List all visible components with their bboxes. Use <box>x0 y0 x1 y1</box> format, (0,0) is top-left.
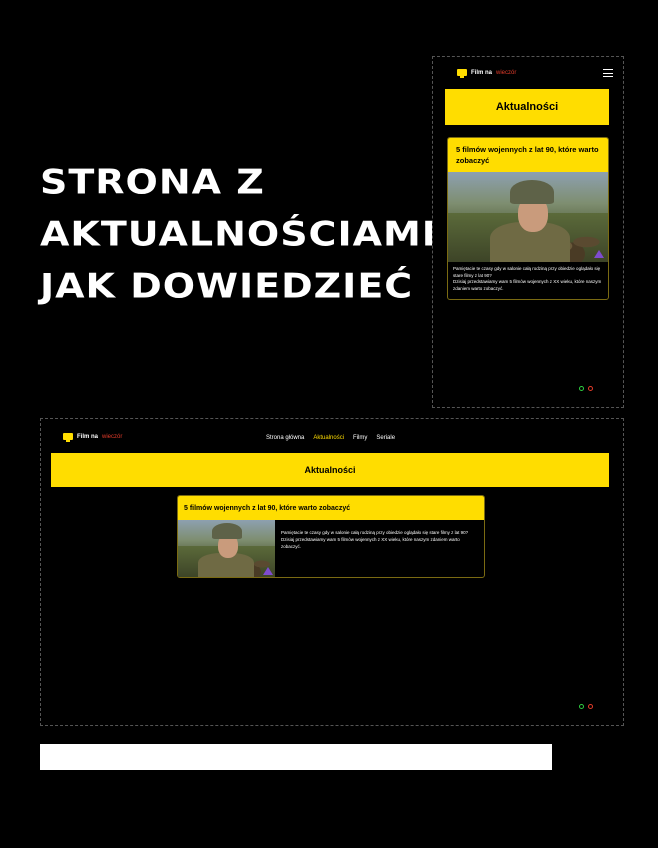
brand-name: Film na <box>471 69 493 76</box>
status-dots <box>579 386 593 391</box>
brand-logo[interactable]: Film na wieczór <box>63 433 123 442</box>
news-card[interactable]: 5 filmów wojennych z lat 90, które warto… <box>177 495 485 578</box>
tv-logo-icon <box>457 69 467 78</box>
section-title-bar: Aktualności <box>445 89 609 125</box>
hero-line-1: STRONA Z <box>40 162 265 202</box>
news-card-image <box>448 172 608 262</box>
caption-bar <box>40 744 552 770</box>
green-dot <box>579 386 584 391</box>
red-dot <box>588 704 593 709</box>
red-dot <box>588 386 593 391</box>
mobile-mockup: Film na wieczór Aktualności 5 filmów woj… <box>432 56 624 408</box>
section-title-bar: Aktualności <box>51 453 609 487</box>
hero-line-2: AKTUALNOŚCIAMI <box>40 214 437 254</box>
nav-news[interactable]: Aktualności <box>313 435 344 441</box>
section-title: Aktualności <box>495 101 559 113</box>
hero-heading: STRONA Z AKTUALNOŚCIAMI JAK DOWIEDZIEĆ <box>40 156 437 312</box>
brand-accent: wieczór <box>496 69 517 76</box>
news-card-text: Pamiętacie te czasy gdy w salonie całą r… <box>453 266 602 291</box>
desktop-mockup: Film na wieczór Strona główna Aktualnośc… <box>40 418 624 726</box>
hero-line-3: JAK DOWIEDZIEĆ <box>40 266 414 306</box>
news-card-title[interactable]: 5 filmów wojennych z lat 90, które warto… <box>448 138 608 172</box>
hamburger-menu-icon[interactable] <box>603 69 613 77</box>
desktop-header: Film na wieczór <box>63 433 123 442</box>
mobile-header: Film na wieczór <box>457 69 517 78</box>
brand-name: Film na <box>77 433 99 440</box>
news-card-title[interactable]: 5 filmów wojennych z lat 90, które warto… <box>178 496 484 520</box>
section-title: Aktualności <box>304 465 356 475</box>
brand-accent: wieczór <box>102 433 123 440</box>
tv-logo-icon <box>63 433 73 442</box>
news-card-image <box>178 520 275 577</box>
nav-home[interactable]: Strona główna <box>266 435 304 441</box>
nav-movies[interactable]: Filmy <box>353 435 367 441</box>
green-dot <box>579 704 584 709</box>
status-dots <box>579 704 593 709</box>
main-nav: Strona główna Aktualności Filmy Seriale <box>266 435 395 441</box>
news-card[interactable]: 5 filmów wojennych z lat 90, które warto… <box>447 137 609 300</box>
news-card-text: Pamiętacie te czasy gdy w salonie całą r… <box>281 530 469 549</box>
brand-logo[interactable]: Film na wieczór <box>457 69 517 78</box>
nav-series[interactable]: Seriale <box>376 435 395 441</box>
